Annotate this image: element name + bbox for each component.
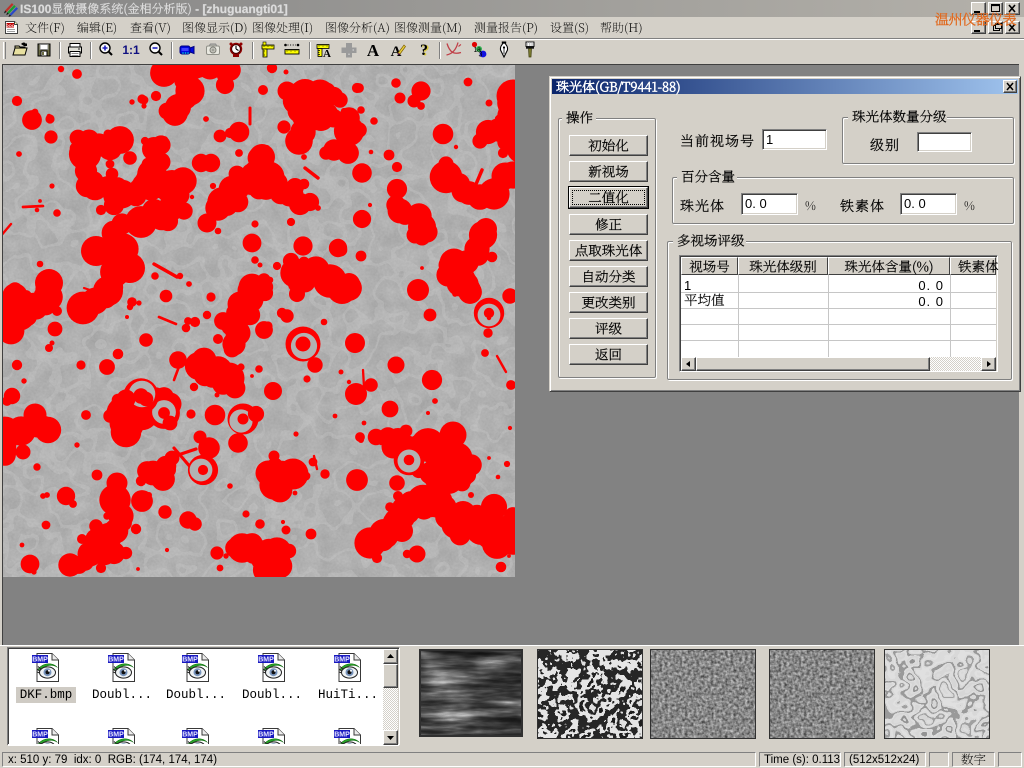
svg-text:BMP: BMP — [334, 657, 350, 664]
svg-text:BMP: BMP — [108, 732, 124, 739]
svg-text:BMP: BMP — [258, 657, 274, 664]
svg-text:A: A — [367, 41, 380, 59]
svg-text:BMP: BMP — [32, 657, 48, 664]
svg-text:BMP: BMP — [182, 732, 198, 739]
svg-text:1:1: 1:1 — [122, 43, 140, 57]
svg-text:BMP: BMP — [108, 657, 124, 664]
svg-text:?: ? — [420, 42, 428, 59]
svg-text:DOC: DOC — [6, 23, 15, 28]
svg-text:BMP: BMP — [334, 732, 350, 739]
svg-text:BMP: BMP — [32, 732, 48, 739]
svg-text:BMP: BMP — [258, 732, 274, 739]
svg-text:BMP: BMP — [182, 657, 198, 664]
svg-text:3: 3 — [479, 52, 483, 59]
svg-text:A: A — [323, 48, 331, 59]
